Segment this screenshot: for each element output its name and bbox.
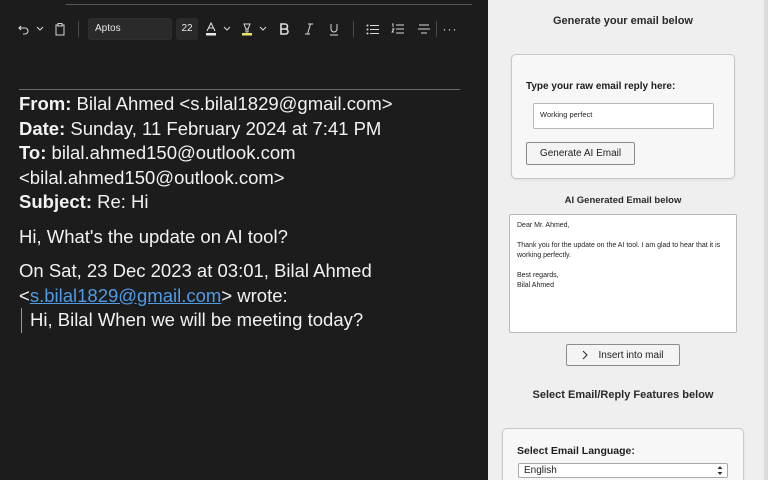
language-value: English [524,465,557,476]
subject-line: Subject: Re: Hi [19,190,479,215]
toolbar-divider [66,4,472,5]
quote-intro-post: > wrote: [221,284,288,306]
toolbar-separator [353,21,354,37]
raw-email-label: Type your raw email reply here: [526,81,676,92]
date-line: Date: Sunday, 11 February 2024 at 7:41 P… [19,117,479,142]
to-line-continued: <bilal.ahmed150@outlook.com> [19,166,285,188]
features-card: Select Email Language: English [502,428,744,480]
more-icon[interactable]: ··· [442,18,458,40]
quote-intro-line-2: <s.bilal1829@gmail.com> wrote: [19,284,479,309]
ai-email-title: AI Generated Email below [564,195,682,206]
bold-icon[interactable] [277,18,291,40]
panel-title: Generate your email below [553,15,693,27]
underline-icon[interactable] [327,18,341,40]
clipboard-icon[interactable] [52,18,68,40]
subject-label: Subject: [19,191,92,212]
to-line: To: bilal.ahmed150@outlook.com [19,141,479,166]
select-arrows-icon [717,465,723,480]
quote-intro-line: On Sat, 23 Dec 2023 at 03:01, Bilal Ahme… [19,260,372,281]
raw-email-card: Type your raw email reply here: Working … [511,54,735,179]
highlight-icon[interactable] [240,18,254,40]
language-label: Select Email Language: [517,445,635,457]
ai-email-panel: Generate your email below Type your raw … [488,0,768,480]
insert-button-label: Insert into mail [598,349,664,361]
chevron-down-icon[interactable] [257,18,269,40]
language-select[interactable]: English [518,463,728,478]
undo-icon[interactable] [16,18,32,40]
from-line: From: Bilal Ahmed <s.bilal1829@gmail.com… [19,92,479,117]
date-value: Sunday, 11 February 2024 at 7:41 PM [65,117,382,139]
header-divider [19,89,460,90]
sender-email-link[interactable]: s.bilal1829@gmail.com [30,285,222,306]
panel-scrollbar[interactable] [764,0,768,480]
email-editor: Aptos 22 ··· From: Bilal Ahmed <s.bilal1… [0,0,488,480]
formatting-toolbar: Aptos 22 ··· [0,0,488,58]
font-name-box[interactable]: Aptos [88,18,172,40]
font-color-icon[interactable] [204,18,218,40]
toolbar-separator [78,21,79,37]
quoted-text: Hi, Bilal When we will be meeting today? [21,308,479,333]
from-label: From: [19,93,72,114]
quote-intro-pre: < [19,284,30,306]
to-label: To: [19,142,47,163]
font-size-box[interactable]: 22 [176,18,198,40]
insert-into-mail-button[interactable]: Insert into mail [566,344,680,366]
chevron-down-icon[interactable] [34,18,46,40]
strikethrough-icon[interactable] [416,18,432,40]
features-title: Select Email/Reply Features below [532,389,714,401]
raw-email-input[interactable]: Working perfect [533,103,714,129]
italic-icon[interactable] [302,18,316,40]
subject-value: Re: Hi [91,191,149,212]
chevron-right-icon [582,350,589,360]
email-body[interactable]: From: Bilal Ahmed <s.bilal1829@gmail.com… [19,89,479,333]
from-value: Bilal Ahmed <s.bilal1829@gmail.com> [71,93,393,114]
chevron-down-icon[interactable] [221,18,233,40]
numbered-list-icon[interactable] [390,18,406,40]
date-label: Date: [19,117,66,139]
bullet-list-icon[interactable] [365,18,381,40]
toolbar-separator [436,21,437,37]
generate-ai-email-button[interactable]: Generate AI Email [526,142,635,165]
message-text: Hi, What's the update on AI tool? [19,225,288,247]
to-value: bilal.ahmed150@outlook.com [46,142,296,163]
ai-email-output[interactable]: Dear Mr. Ahmed, Thank you for the update… [509,214,737,333]
